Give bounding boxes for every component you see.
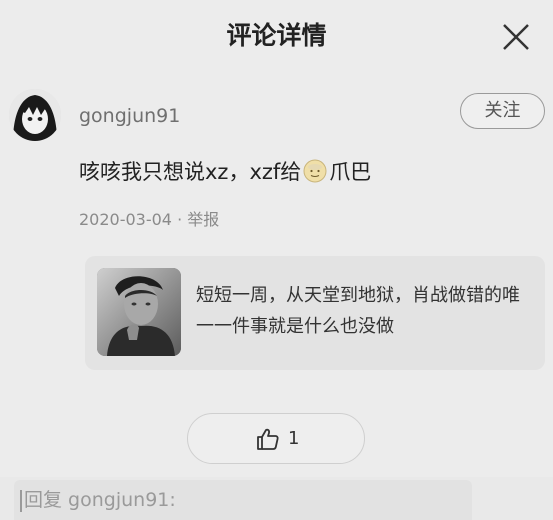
like-count: 1 xyxy=(288,428,300,449)
username[interactable]: gongjun91 xyxy=(79,105,180,127)
text-cursor xyxy=(20,490,22,512)
report-link[interactable]: 举报 xyxy=(187,210,219,229)
comment-text-part: 咳咳我只想说xz，xzf给 xyxy=(79,160,302,184)
face-emoji-icon xyxy=(303,159,327,183)
follow-button[interactable]: 关注 xyxy=(460,93,545,129)
thumbs-up-icon xyxy=(257,428,279,450)
reply-input[interactable] xyxy=(14,480,472,520)
like-button[interactable]: 1 xyxy=(187,413,365,464)
comment-meta: 2020-03-04 · 举报 xyxy=(79,206,219,230)
comment-date: 2020-03-04 xyxy=(79,210,172,229)
comment-text-part: 爪巴 xyxy=(329,160,372,184)
comment-text: 咳咳我只想说xz，xzf给 爪巴 xyxy=(79,156,371,186)
avatar[interactable] xyxy=(9,89,61,141)
quoted-text: 短短一周，从天堂到地狱，肖战做错的唯一一件事就是什么也没做 xyxy=(196,285,520,337)
quoted-card[interactable]: 短短一周，从天堂到地狱，肖战做错的唯一一件事就是什么也没做 xyxy=(85,256,545,370)
meta-separator: · xyxy=(171,210,188,229)
close-icon[interactable] xyxy=(501,22,531,52)
quoted-thumbnail xyxy=(97,268,181,356)
header: 评论详情 xyxy=(0,0,553,72)
page-title: 评论详情 xyxy=(226,21,327,50)
